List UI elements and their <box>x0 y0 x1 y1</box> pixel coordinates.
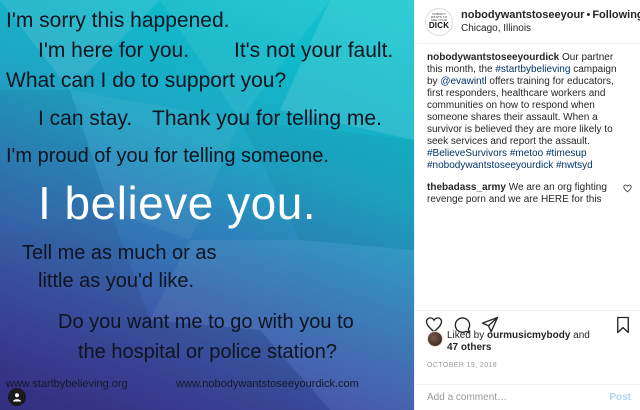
caption-hashtag-startbybelieving[interactable]: #startbybelieving <box>495 64 570 75</box>
header-location[interactable]: Chicago, Illinois <box>461 23 634 34</box>
logo-word: DICK <box>428 21 450 30</box>
caption-mention-evawintl[interactable]: @evawintl <box>440 76 486 87</box>
save-button[interactable] <box>615 316 631 334</box>
image-headline: I believe you. <box>38 177 317 229</box>
user-tag-button[interactable] <box>8 388 26 406</box>
image-line-not-your-fault: It's not your fault. <box>234 39 394 62</box>
header-text: nobodywantstoseeyour • Following Chicago… <box>461 9 640 34</box>
post-date[interactable]: OCTOBER 19, 2018 <box>427 362 497 369</box>
likes-user[interactable]: ourmusicmybody <box>487 330 570 341</box>
liker-avatar[interactable] <box>427 331 443 347</box>
post-side-panel: NOBODY WANTS TO SEE YOUR DICK nobodywant… <box>414 0 640 410</box>
bookmark-icon <box>617 316 629 333</box>
caption: nobodywantstoseeyourdick Our partner thi… <box>427 52 632 172</box>
image-footer-url-left: www.startbybelieving.org <box>6 378 128 390</box>
comment-username[interactable]: thebadass_army <box>427 182 506 193</box>
add-comment-input[interactable] <box>427 392 597 403</box>
post-comment-button[interactable]: Post <box>609 392 631 403</box>
header-username[interactable]: nobodywantstoseeyour <box>461 9 584 21</box>
image-line-here: I'm here for you. <box>38 39 190 62</box>
heart-small-icon[interactable] <box>623 184 632 193</box>
following-button[interactable]: Following <box>592 9 640 21</box>
image-line-can-stay: I can stay. <box>38 107 133 130</box>
post-header: NOBODY WANTS TO SEE YOUR DICK nobodywant… <box>415 0 640 44</box>
user-tag-icon <box>13 393 21 402</box>
comment-item: thebadass_army We are an org fighting re… <box>427 182 632 206</box>
caption-hashtags[interactable]: #BelieveSurvivors #metoo #timesup #nobod… <box>427 148 593 171</box>
image-line-little: little as you'd like. <box>38 270 195 292</box>
likes-count[interactable]: 47 others <box>447 342 491 353</box>
post-image[interactable]: I'm sorry this happened. I'm here for yo… <box>0 0 414 410</box>
header-separator: • <box>586 9 591 21</box>
image-line-sorry: I'm sorry this happened. <box>6 9 230 32</box>
image-line-support: What can I do to support you? <box>6 69 287 92</box>
image-line-proud: I'm proud of you for telling someone. <box>6 145 329 167</box>
image-line-tell-me: Tell me as much or as <box>22 242 217 264</box>
add-comment-bar: Post <box>415 384 640 410</box>
image-line-thank-you: Thank you for telling me. <box>152 107 382 130</box>
likes-text: Liked by ourmusicmybody and 47 others <box>447 330 590 354</box>
comments-section[interactable]: nobodywantstoseeyourdick Our partner thi… <box>415 44 640 286</box>
image-line-go-with-you: Do you want me to go with you to <box>58 311 354 333</box>
likes-summary: Liked by ourmusicmybody and 47 others <box>427 330 590 354</box>
profile-avatar[interactable]: NOBODY WANTS TO SEE YOUR DICK <box>425 7 453 36</box>
image-footer-url-right: www.nobodywantstoseeyourdick.com <box>176 378 359 390</box>
likes-joiner: and <box>570 330 590 341</box>
caption-username[interactable]: nobodywantstoseeyourdick <box>427 52 559 63</box>
image-line-hospital: the hospital or police station? <box>78 341 338 363</box>
likes-prefix: Liked by <box>447 330 488 341</box>
